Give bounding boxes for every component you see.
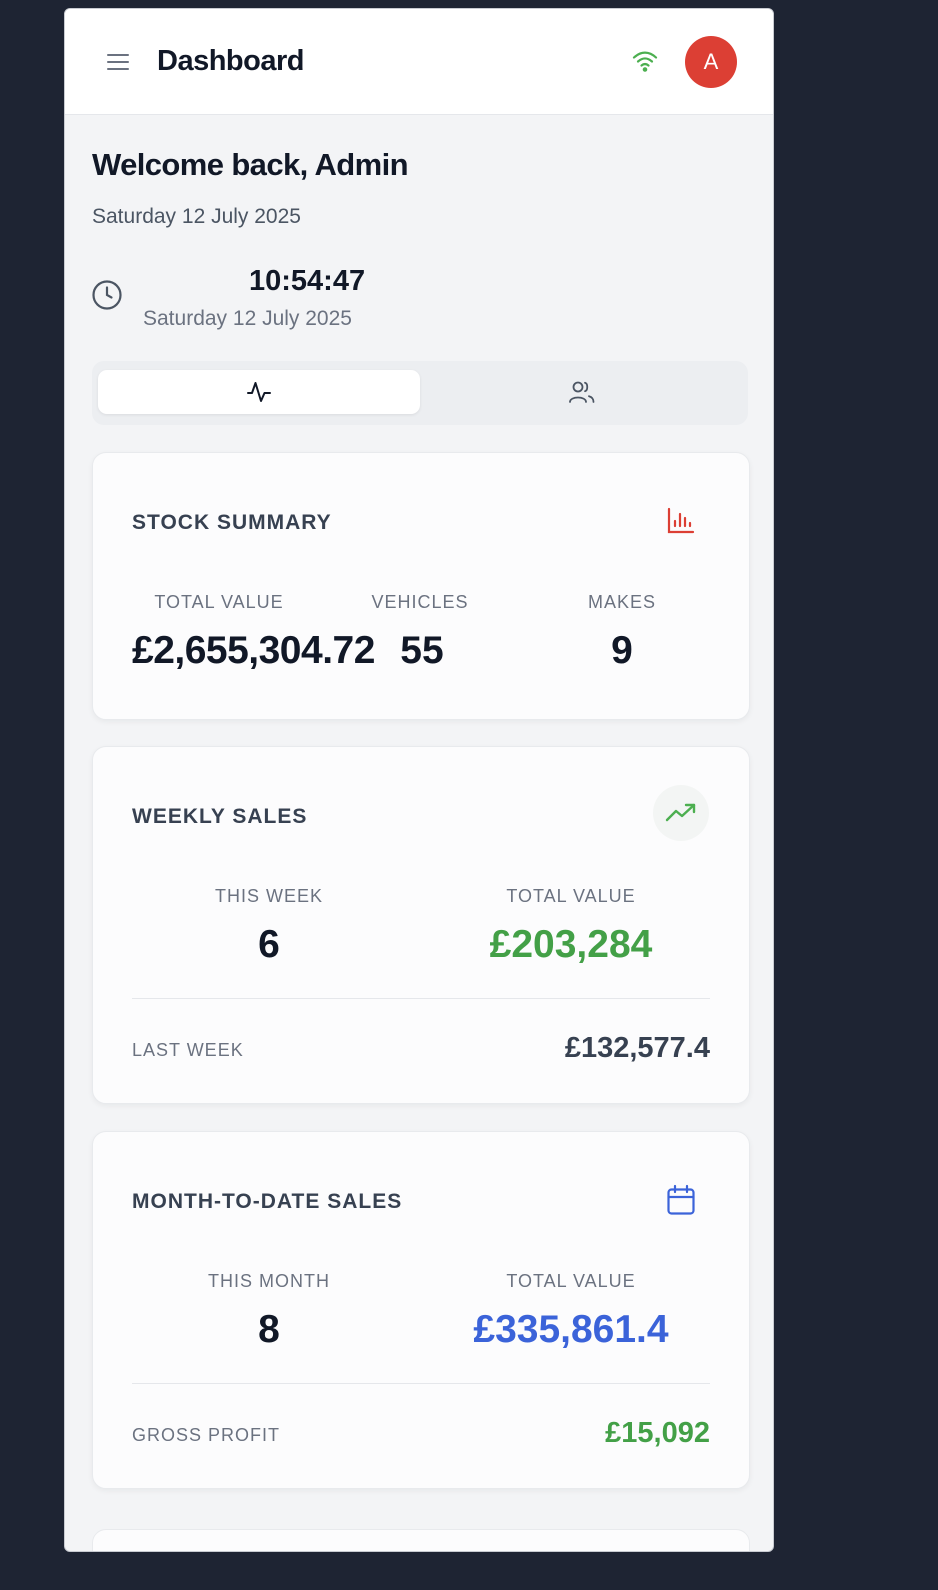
wifi-icon [631,49,659,78]
footer-label: GROSS PROFIT [132,1425,281,1445]
avatar[interactable]: A [685,36,737,88]
card-title: WEEKLY SALES [132,805,308,828]
stat-label: TOTAL VALUE [506,1271,636,1291]
tab-activity[interactable] [98,370,420,414]
hamburger-icon[interactable] [107,54,129,70]
activity-icon [247,382,271,402]
stock-summary-card: STOCK SUMMARY TOTAL VALUE £2,655,304.72 … [92,452,750,720]
clock-date: Saturday 12 July 2025 [143,307,352,330]
clock-time: 10:54:47 [249,265,366,297]
stat-label: TOTAL VALUE [154,592,284,612]
stat-value: £203,284 [489,923,653,966]
page-title: Dashboard [157,45,304,77]
footer-value: £132,577.4 [564,1032,710,1064]
next-card [92,1529,750,1551]
calendar-icon [653,1172,709,1228]
stat-label: MAKES [587,592,657,612]
stat-value: 8 [258,1308,280,1351]
trending-up-icon [653,785,709,841]
footer-value: £15,092 [605,1417,710,1449]
stat-value: 6 [258,923,280,966]
weekly-sales-card: WEEKLY SALES THIS WEEK 6 TOTAL VALUE £20… [92,746,750,1104]
bar-chart-icon [653,493,709,549]
stat-label: TOTAL VALUE [506,886,636,906]
card-title: STOCK SUMMARY [132,511,332,534]
tab-bar [92,361,748,425]
tab-users[interactable] [421,370,743,414]
mtd-sales-card: MONTH-TO-DATE SALES THIS MONTH 8 TOTAL V… [92,1131,750,1489]
welcome-date: Saturday 12 July 2025 [92,205,301,228]
footer-label: LAST WEEK [132,1040,244,1060]
stat-label: VEHICLES [371,592,469,612]
app-header: Dashboard A [65,9,773,115]
divider [132,1383,710,1384]
app-window: Dashboard A Welcome back, Admin Saturday… [64,8,774,1552]
stat-value: £2,655,304.72 [132,629,375,672]
stat-label: THIS MONTH [208,1271,330,1291]
stat-label: THIS WEEK [214,886,323,906]
stat-value: £335,861.4 [473,1308,669,1351]
card-title: MONTH-TO-DATE SALES [132,1190,403,1213]
welcome-heading: Welcome back, Admin [92,147,409,182]
clock-icon [91,279,123,316]
stat-value: 55 [400,629,444,672]
divider [132,998,710,999]
stat-value: 9 [611,629,633,672]
users-icon [569,381,595,403]
